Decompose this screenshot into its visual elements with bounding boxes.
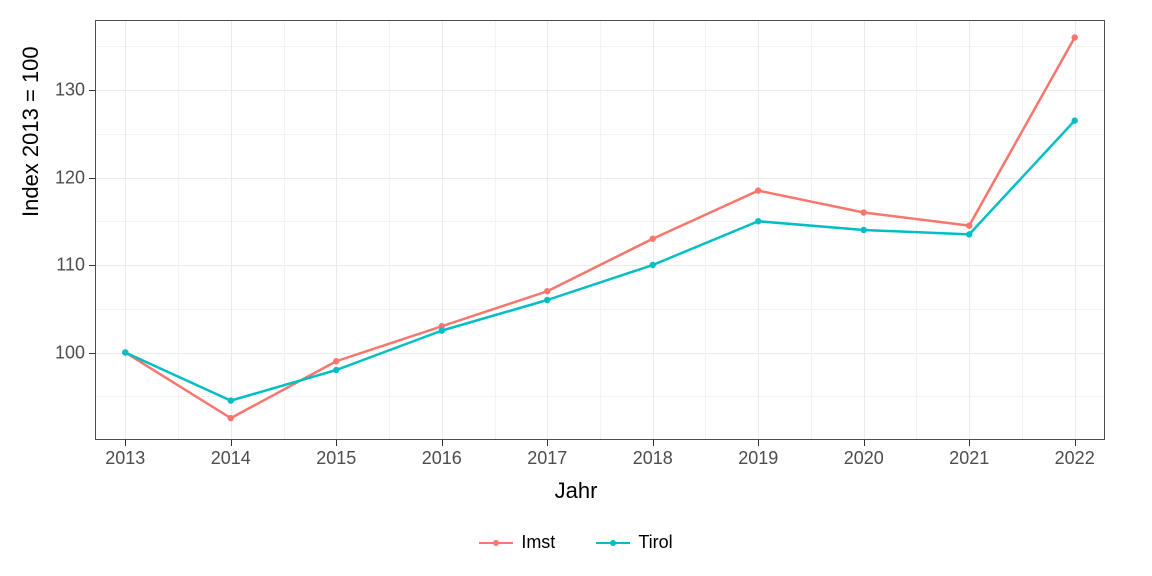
chart-container: Index 2013 = 100 Jahr Imst Tirol 100 110 1… xyxy=(0,0,1152,576)
x-tick-label: 2015 xyxy=(316,448,356,469)
y-axis-title: Index 2013 = 100 xyxy=(18,46,44,217)
x-tick-mark xyxy=(125,440,126,446)
series-point-imst xyxy=(650,236,656,242)
y-tick-label: 120 xyxy=(25,167,85,188)
x-tick-mark xyxy=(231,440,232,446)
series-point-imst xyxy=(333,358,339,364)
legend-dot-imst xyxy=(493,540,499,546)
series-point-tirol xyxy=(439,327,445,333)
y-tick-label: 130 xyxy=(25,80,85,101)
legend-label-tirol: Tirol xyxy=(638,532,672,553)
series-point-tirol xyxy=(333,367,339,373)
legend-swatch-tirol xyxy=(596,534,630,552)
x-tick-mark xyxy=(442,440,443,446)
y-tick-label: 110 xyxy=(25,255,85,276)
y-tick-label: 100 xyxy=(25,342,85,363)
series-point-tirol xyxy=(544,297,550,303)
x-tick-mark xyxy=(653,440,654,446)
y-tick-mark xyxy=(89,353,95,354)
x-tick-mark xyxy=(1075,440,1076,446)
plot-area xyxy=(95,20,1105,440)
x-tick-mark xyxy=(758,440,759,446)
x-tick-label: 2021 xyxy=(949,448,989,469)
x-tick-label: 2014 xyxy=(211,448,251,469)
series-point-tirol xyxy=(1072,117,1078,123)
legend-item-imst: Imst xyxy=(479,532,555,553)
x-tick-label: 2018 xyxy=(633,448,673,469)
series-point-tirol xyxy=(861,227,867,233)
series-point-imst xyxy=(544,288,550,294)
x-tick-label: 2016 xyxy=(422,448,462,469)
series-point-tirol xyxy=(228,397,234,403)
x-tick-label: 2020 xyxy=(844,448,884,469)
series-point-imst xyxy=(861,209,867,215)
y-tick-mark xyxy=(89,178,95,179)
series-line-imst xyxy=(125,38,1074,419)
series-point-tirol xyxy=(966,231,972,237)
legend-dot-tirol xyxy=(610,540,616,546)
series-point-tirol xyxy=(122,349,128,355)
x-tick-mark xyxy=(336,440,337,446)
x-tick-label: 2019 xyxy=(738,448,778,469)
y-tick-mark xyxy=(89,265,95,266)
series-point-tirol xyxy=(650,262,656,268)
x-tick-mark xyxy=(969,440,970,446)
y-tick-mark xyxy=(89,90,95,91)
x-tick-label: 2017 xyxy=(527,448,567,469)
x-tick-mark xyxy=(864,440,865,446)
legend-label-imst: Imst xyxy=(521,532,555,553)
series-point-imst xyxy=(755,187,761,193)
legend-item-tirol: Tirol xyxy=(596,532,672,553)
chart-lines-svg xyxy=(95,20,1105,440)
series-point-imst xyxy=(966,222,972,228)
legend: Imst Tirol xyxy=(0,532,1152,557)
series-point-imst xyxy=(1072,34,1078,40)
x-tick-label: 2013 xyxy=(105,448,145,469)
series-point-imst xyxy=(228,415,234,421)
legend-swatch-imst xyxy=(479,534,513,552)
x-tick-mark xyxy=(547,440,548,446)
series-point-tirol xyxy=(755,218,761,224)
x-axis-title: Jahr xyxy=(0,478,1152,504)
x-tick-label: 2022 xyxy=(1055,448,1095,469)
series-line-tirol xyxy=(125,121,1074,401)
